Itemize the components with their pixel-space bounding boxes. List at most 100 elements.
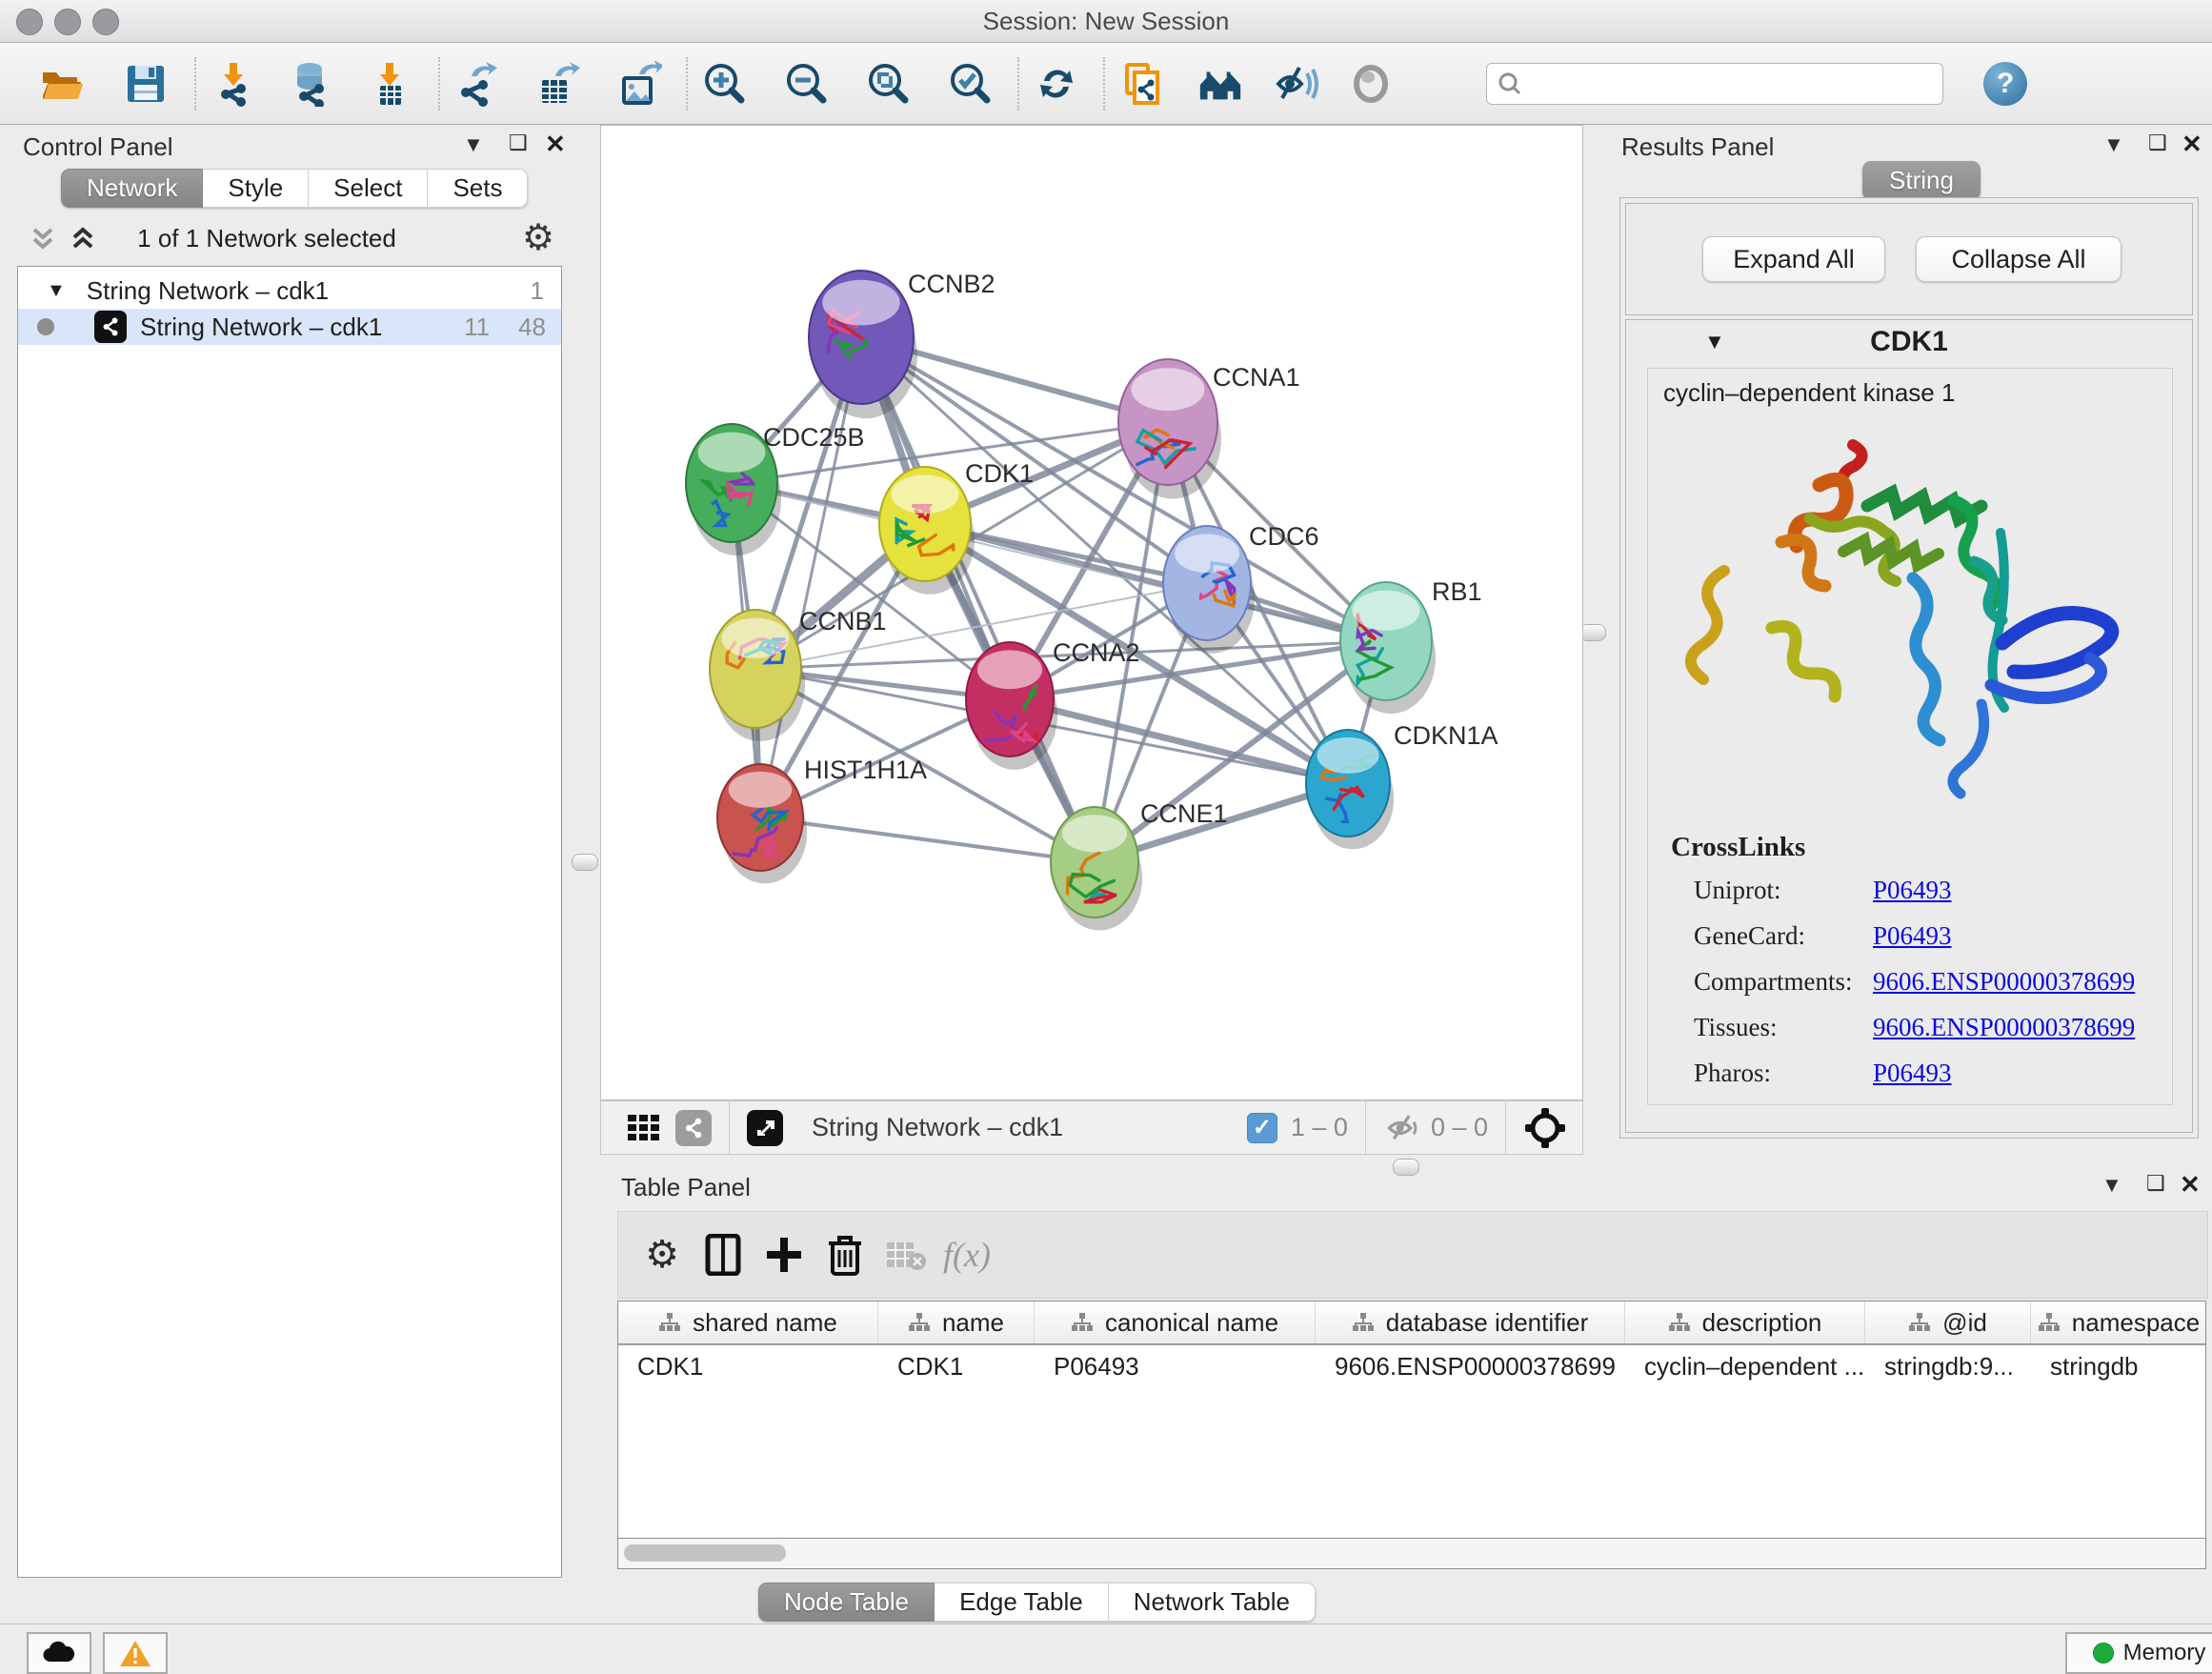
network-node-CCNE1[interactable]: CCNE1 [1051,799,1228,931]
pan-crosshair-icon[interactable] [1523,1106,1567,1150]
tab-network-table[interactable]: Network Table [1109,1583,1316,1622]
import-network-database-button[interactable] [286,60,333,108]
network-node-CCNA1[interactable]: CCNA1 [1118,359,1300,499]
node-gloss-highlight [891,474,958,514]
results-panel-collapse-icon[interactable]: ▼ [2103,132,2124,157]
crosslink-value-link[interactable]: P06493 [1873,1059,1952,1088]
save-session-button[interactable] [122,60,170,108]
tab-select[interactable]: Select [309,169,428,208]
cloud-status-button[interactable] [27,1632,91,1674]
table-row[interactable]: CDK1CDK1P064939606.ENSP00000378699cyclin… [618,1345,2205,1387]
left-splitter-handle[interactable] [572,854,598,871]
control-panel-collapse-icon[interactable]: ▼ [463,132,484,157]
horizontal-scrollbar[interactable] [617,1539,2206,1569]
gene-description: cyclin–dependent kinase 1 [1663,378,1955,408]
network-node-CDKN1A[interactable]: CDKN1A [1306,721,1498,849]
table-cell[interactable]: stringdb:9... [1865,1345,2031,1387]
table-cell[interactable]: stringdb [2031,1345,2206,1387]
current-network-dot-icon [37,318,54,335]
network-node-CCNB2[interactable]: CCNB2 [809,270,995,418]
column-header-name[interactable]: name [878,1301,1035,1343]
column-header--id[interactable]: @id [1865,1301,2031,1343]
column-header-label: description [1702,1308,1822,1338]
table-panel-close-icon[interactable]: ✕ [2180,1170,2201,1200]
gene-detail-box: cyclin–dependent kinase 1 [1647,368,2173,1105]
add-column-icon[interactable] [754,1228,814,1281]
tab-style[interactable]: Style [203,169,309,208]
tab-node-table[interactable]: Node Table [758,1583,935,1622]
hide-selected-button[interactable] [1273,60,1320,108]
node-gloss-highlight [697,433,765,473]
table-cell[interactable]: cyclin–dependent ... [1625,1345,1865,1387]
network-node-HIST1H1A[interactable]: HIST1H1A [717,756,927,883]
export-image-button[interactable] [615,60,663,108]
tab-sets[interactable]: Sets [428,169,528,208]
help-button[interactable]: ? [1983,62,2027,106]
delete-column-trash-icon[interactable] [814,1228,875,1281]
table-settings-gear-icon[interactable]: ⚙ [632,1228,693,1281]
network-canvas[interactable]: CCNB2CCNA1CDC25BCDK1CDC6RB1CCNB1CCNA2CDK… [600,125,1583,1100]
control-panel-close-icon[interactable]: ✕ [545,130,566,159]
save-floppy-icon [124,62,168,106]
results-panel-float-icon[interactable]: ❑ [2148,131,2167,155]
crosslink-row: Pharos:P06493 [1694,1059,2151,1088]
show-column-icon[interactable] [693,1228,754,1281]
gene-symbol: CDK1 [1626,326,2192,358]
crosslink-value-link[interactable]: 9606.ENSP00000378699 [1873,967,2135,997]
table-panel-float-icon[interactable]: ❑ [2146,1171,2165,1196]
network-edge[interactable] [760,817,1095,862]
first-neighbors-button[interactable] [1196,60,1244,108]
network-collection-row[interactable]: ▼ String Network – cdk1 1 [18,267,561,309]
results-panel-close-icon[interactable]: ✕ [2182,130,2202,159]
node-table[interactable]: shared namenamecanonical namedatabase id… [617,1301,2206,1539]
import-network-file-button[interactable] [210,60,257,108]
table-cell[interactable]: 9606.ENSP00000378699 [1316,1345,1625,1387]
network-node-CDC25B[interactable]: CDC25B [686,423,865,555]
grid-view-icon[interactable] [626,1111,660,1145]
open-session-button[interactable] [38,60,86,108]
memory-button[interactable]: Memory [2065,1632,2212,1674]
show-all-button[interactable] [1347,60,1395,108]
zoom-fit-button[interactable] [865,60,913,108]
table-cell[interactable]: P06493 [1035,1345,1316,1387]
table-cell[interactable]: CDK1 [618,1345,878,1387]
crosslink-value-link[interactable]: P06493 [1873,876,1952,905]
network-options-gear-icon[interactable]: ⚙ [522,216,554,259]
tree-expander-icon[interactable]: ▼ [47,280,66,302]
network-node-RB1[interactable]: RB1 [1340,577,1482,714]
column-header-canonical-name[interactable]: canonical name [1035,1301,1316,1343]
column-header-shared-name[interactable]: shared name [618,1301,878,1343]
export-table-button[interactable] [533,60,581,108]
horizontal-scrollbar-thumb[interactable] [624,1544,786,1562]
zoom-in-button[interactable] [701,60,749,108]
import-table-button[interactable] [366,60,413,108]
zoom-selected-button[interactable] [947,60,995,108]
tab-edge-table[interactable]: Edge Table [935,1583,1109,1622]
column-header-namespace[interactable]: namespace [2031,1301,2206,1343]
toolbar-search-field[interactable] [1486,63,1943,105]
clone-network-button[interactable] [1118,60,1166,108]
right-splitter-handle[interactable] [1579,624,1606,641]
expand-all-button[interactable]: Expand All [1702,236,1885,282]
column-header-description[interactable]: description [1625,1301,1865,1343]
column-header-database-identifier[interactable]: database identifier [1316,1301,1625,1343]
crosslink-label: Uniprot: [1694,876,1873,905]
refresh-view-button[interactable] [1033,60,1080,108]
crosslink-value-link[interactable]: 9606.ENSP00000378699 [1873,1013,2135,1042]
network-row-selected[interactable]: String Network – cdk1 11 48 [18,309,561,345]
zoom-out-button[interactable] [783,60,831,108]
warnings-button[interactable] [103,1632,168,1674]
search-input[interactable] [1523,70,1908,98]
control-panel-float-icon[interactable]: ❑ [509,131,528,155]
selected-nodes-checkbox-icon[interactable]: ✓ [1247,1113,1277,1143]
results-tab-string[interactable]: String [1862,161,1981,200]
collapse-all-button[interactable]: Collapse All [1916,236,2122,282]
table-cell[interactable]: CDK1 [878,1345,1035,1387]
export-network-button[interactable] [453,60,501,108]
tab-network[interactable]: Network [61,169,203,208]
birds-eye-view-icon[interactable] [747,1110,783,1146]
network-share-icon[interactable] [675,1110,712,1146]
zoom-selected-icon [948,61,994,107]
crosslink-value-link[interactable]: P06493 [1873,921,1952,951]
table-panel-collapse-icon[interactable]: ▼ [2101,1173,2122,1198]
